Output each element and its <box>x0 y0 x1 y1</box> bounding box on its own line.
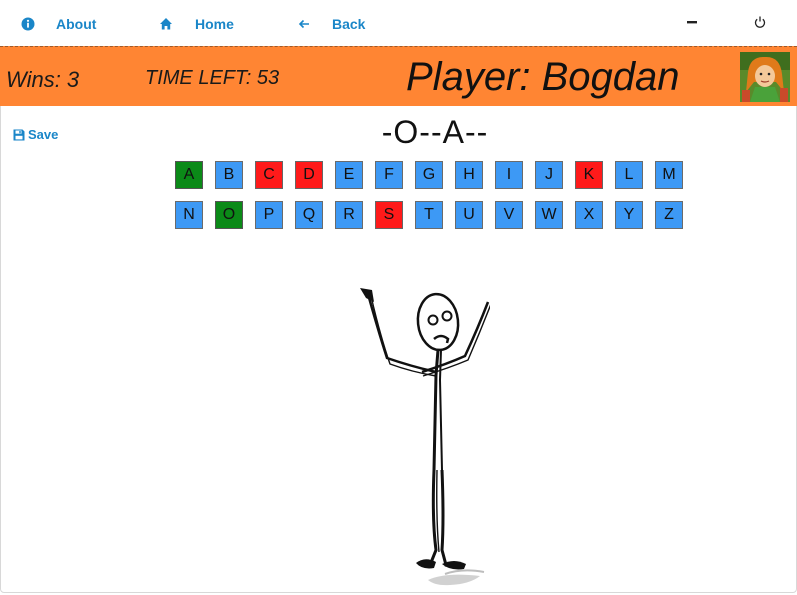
info-icon <box>21 17 35 31</box>
letter-keyboard: ABCDEFGHIJKLM NOPQRSTUVWXYZ <box>175 161 695 241</box>
letter-key-n[interactable]: N <box>175 201 203 229</box>
letter-key-w[interactable]: W <box>535 201 563 229</box>
letter-key-u[interactable]: U <box>455 201 483 229</box>
back-label: Back <box>332 16 366 32</box>
letter-key-t[interactable]: T <box>415 201 443 229</box>
letter-key-m[interactable]: M <box>655 161 683 189</box>
power-icon <box>754 16 766 28</box>
letter-key-p[interactable]: P <box>255 201 283 229</box>
about-label: About <box>56 16 97 32</box>
time-left-counter: TIME LEFT: 53 <box>145 67 280 89</box>
letter-key-z[interactable]: Z <box>655 201 683 229</box>
player-name: Player: Bogdan <box>406 55 680 99</box>
arrow-left-icon <box>298 19 309 29</box>
letter-key-y[interactable]: Y <box>615 201 643 229</box>
letter-key-c[interactable]: C <box>255 161 283 189</box>
letter-key-q[interactable]: Q <box>295 201 323 229</box>
minimize-button[interactable] <box>682 12 702 32</box>
letter-key-b[interactable]: B <box>215 161 243 189</box>
letter-key-f[interactable]: F <box>375 161 403 189</box>
wins-counter: Wins: 3 <box>6 67 80 92</box>
player-avatar <box>740 52 790 102</box>
home-label: Home <box>195 16 234 32</box>
back-button[interactable]: Back <box>296 14 365 34</box>
letter-row-1: ABCDEFGHIJKLM <box>175 161 695 191</box>
letter-key-i[interactable]: I <box>495 161 523 189</box>
letter-key-j[interactable]: J <box>535 161 563 189</box>
letter-key-l[interactable]: L <box>615 161 643 189</box>
home-icon <box>160 18 172 30</box>
letter-key-d[interactable]: D <box>295 161 323 189</box>
letter-key-r[interactable]: R <box>335 201 363 229</box>
letter-key-x[interactable]: X <box>575 201 603 229</box>
hangman-stick-figure <box>350 280 506 595</box>
power-button[interactable] <box>750 12 770 32</box>
game-status-bar: Wins: 3 TIME LEFT: 53 Player: Bogdan <box>0 46 797 106</box>
hidden-word: -O--A-- <box>381 114 489 150</box>
letter-key-s[interactable]: S <box>375 201 403 229</box>
letter-key-k[interactable]: K <box>575 161 603 189</box>
letter-key-e[interactable]: E <box>335 161 363 189</box>
letter-row-2: NOPQRSTUVWXYZ <box>175 201 695 231</box>
letter-key-a[interactable]: A <box>175 161 203 189</box>
home-button[interactable]: Home <box>158 14 234 34</box>
letter-key-g[interactable]: G <box>415 161 443 189</box>
letter-key-h[interactable]: H <box>455 161 483 189</box>
about-button[interactable]: About <box>20 14 96 34</box>
top-navigation-bar: About Home Back <box>0 0 797 46</box>
letter-key-o[interactable]: O <box>215 201 243 229</box>
letter-key-v[interactable]: V <box>495 201 523 229</box>
minimize-icon <box>687 21 697 24</box>
